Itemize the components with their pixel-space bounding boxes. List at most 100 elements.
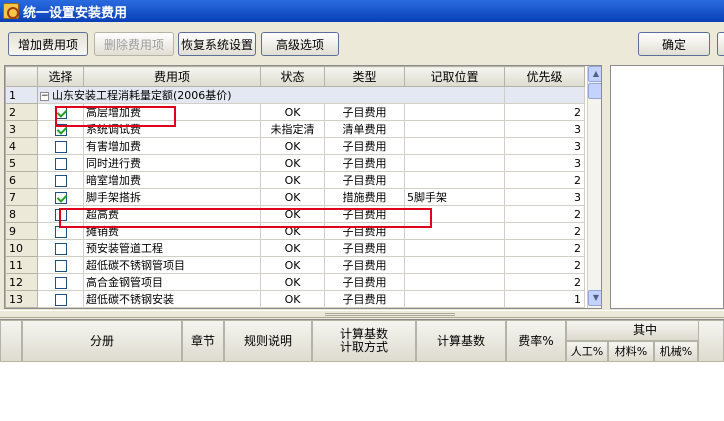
priority-cell[interactable]: 2 — [504, 273, 585, 291]
advanced-options-button[interactable]: 高级选项 — [261, 32, 339, 56]
restore-system-settings-button[interactable]: 恢复系统设置 — [178, 32, 256, 56]
select-cell[interactable] — [37, 171, 84, 189]
position-cell[interactable] — [404, 205, 505, 223]
table-row[interactable]: 3 系统调试费 未指定清 清单费用 3 — [5, 120, 585, 138]
type-column-header[interactable]: 类型 — [324, 66, 405, 87]
position-cell[interactable] — [404, 154, 505, 172]
table-row[interactable]: 11 超低碳不锈钢管项目 OK 子目费用 2 — [5, 256, 585, 274]
priority-cell[interactable]: 2 — [504, 239, 585, 257]
select-cell[interactable] — [37, 188, 84, 206]
position-cell[interactable] — [404, 256, 505, 274]
machine-column-header[interactable]: 机械% — [654, 341, 698, 362]
type-cell[interactable]: 子目费用 — [324, 290, 405, 308]
add-fee-item-button[interactable]: 增加费用项 — [8, 32, 88, 56]
table-row[interactable]: 8 超高费 OK 子目费用 2 — [5, 205, 585, 223]
type-cell[interactable]: 子目费用 — [324, 273, 405, 291]
calc-base-column-header[interactable]: 计算基数 — [416, 320, 506, 362]
item-name-cell[interactable]: 超高费 — [83, 205, 261, 223]
type-cell[interactable]: 子目费用 — [324, 103, 405, 121]
checkbox-unchecked[interactable] — [54, 157, 67, 170]
item-name-cell[interactable]: 暗室增加费 — [83, 171, 261, 189]
position-cell[interactable] — [404, 290, 505, 308]
priority-cell[interactable]: 2 — [504, 256, 585, 274]
checkbox-unchecked[interactable] — [54, 174, 67, 187]
rule-column-header[interactable]: 规则说明 — [224, 320, 312, 362]
select-cell[interactable] — [37, 103, 84, 121]
item-name-cell[interactable]: 高层增加费 — [83, 103, 261, 121]
checkbox-unchecked[interactable] — [54, 259, 67, 272]
position-cell[interactable] — [404, 239, 505, 257]
item-name-cell[interactable]: 高合金钢管项目 — [83, 273, 261, 291]
priority-cell[interactable]: 2 — [504, 205, 585, 223]
item-name-cell[interactable]: 超低碳不锈钢管项目 — [83, 256, 261, 274]
checkbox-unchecked[interactable] — [54, 276, 67, 289]
table-row[interactable]: 13 超低碳不锈钢安装 OK 子目费用 1 — [5, 290, 585, 308]
collapse-icon[interactable]: − — [40, 91, 49, 101]
table-row[interactable]: 5 同时进行费 OK 子目费用 3 — [5, 154, 585, 172]
table-row[interactable]: 2 高层增加费 OK 子目费用 2 — [5, 103, 585, 121]
checkbox-unchecked[interactable] — [54, 293, 67, 306]
select-cell[interactable] — [37, 239, 84, 257]
select-cell[interactable] — [37, 205, 84, 223]
position-cell[interactable] — [404, 120, 505, 138]
item-name-cell[interactable]: 有害增加费 — [83, 137, 261, 155]
position-cell[interactable] — [404, 222, 505, 240]
position-cell[interactable] — [404, 273, 505, 291]
position-cell[interactable]: 5脚手架 — [404, 188, 505, 206]
checkbox-unchecked[interactable] — [54, 208, 67, 221]
table-row[interactable]: 12 高合金钢管项目 OK 子目费用 2 — [5, 273, 585, 291]
table-row[interactable]: 4 有害增加费 OK 子目费用 3 — [5, 137, 585, 155]
type-cell[interactable]: 子目费用 — [324, 256, 405, 274]
table-row[interactable]: 7 脚手架搭拆 OK 措施费用 5脚手架 3 — [5, 188, 585, 206]
select-cell[interactable] — [37, 273, 84, 291]
checkbox-unchecked[interactable] — [54, 242, 67, 255]
calc-base-method-column-header[interactable]: 计算基数 计取方式 — [312, 320, 416, 362]
select-cell[interactable] — [37, 290, 84, 308]
chapter-column-header[interactable]: 章节 — [182, 320, 224, 362]
item-column-header[interactable]: 费用项 — [83, 66, 261, 87]
item-name-cell[interactable]: 脚手架搭拆 — [83, 188, 261, 206]
select-cell[interactable] — [37, 222, 84, 240]
type-cell[interactable]: 子目费用 — [324, 137, 405, 155]
priority-column-header[interactable]: 优先级 — [504, 66, 585, 87]
scroll-thumb[interactable] — [588, 83, 601, 99]
material-column-header[interactable]: 材料% — [608, 341, 654, 362]
item-name-cell[interactable]: 同时进行费 — [83, 154, 261, 172]
grid-vertical-scrollbar[interactable]: ▲ ▼ — [587, 66, 601, 308]
type-cell[interactable]: 子目费用 — [324, 222, 405, 240]
item-name-cell[interactable]: 超低碳不锈钢安装 — [83, 290, 261, 308]
position-cell[interactable] — [404, 137, 505, 155]
priority-cell[interactable]: 2 — [504, 171, 585, 189]
item-name-cell[interactable]: 摊销费 — [83, 222, 261, 240]
type-cell[interactable]: 子目费用 — [324, 239, 405, 257]
ok-button[interactable]: 确定 — [638, 32, 710, 56]
priority-cell[interactable]: 3 — [504, 137, 585, 155]
table-row[interactable]: 9 摊销费 OK 子目费用 2 — [5, 222, 585, 240]
position-column-header[interactable]: 记取位置 — [404, 66, 505, 87]
priority-cell[interactable]: 2 — [504, 103, 585, 121]
part-column-header[interactable]: 分册 — [22, 320, 182, 362]
item-name-cell[interactable]: 系统调试费 — [83, 120, 261, 138]
select-column-header[interactable]: 选择 — [37, 66, 84, 87]
position-cell[interactable] — [404, 171, 505, 189]
scroll-down-arrow-icon[interactable]: ▼ — [588, 290, 601, 306]
select-cell[interactable] — [37, 154, 84, 172]
item-name-cell[interactable]: 预安装管道工程 — [83, 239, 261, 257]
type-cell[interactable]: 子目费用 — [324, 171, 405, 189]
type-cell[interactable]: 子目费用 — [324, 154, 405, 172]
position-cell[interactable] — [404, 103, 505, 121]
type-cell[interactable]: 子目费用 — [324, 205, 405, 223]
priority-cell[interactable]: 1 — [504, 290, 585, 308]
checkbox-checked[interactable] — [54, 123, 67, 136]
cancel-button-partial[interactable] — [717, 32, 724, 56]
table-row[interactable]: 10 预安装管道工程 OK 子目费用 2 — [5, 239, 585, 257]
type-cell[interactable]: 清单费用 — [324, 120, 405, 138]
select-cell[interactable] — [37, 137, 84, 155]
checkbox-checked[interactable] — [54, 106, 67, 119]
priority-cell[interactable]: 3 — [504, 154, 585, 172]
delete-fee-item-button[interactable]: 删除费用项 — [94, 32, 174, 56]
table-row[interactable]: 6 暗室增加费 OK 子目费用 2 — [5, 171, 585, 189]
scroll-up-arrow-icon[interactable]: ▲ — [588, 66, 601, 82]
checkbox-unchecked[interactable] — [54, 140, 67, 153]
select-cell[interactable] — [37, 256, 84, 274]
